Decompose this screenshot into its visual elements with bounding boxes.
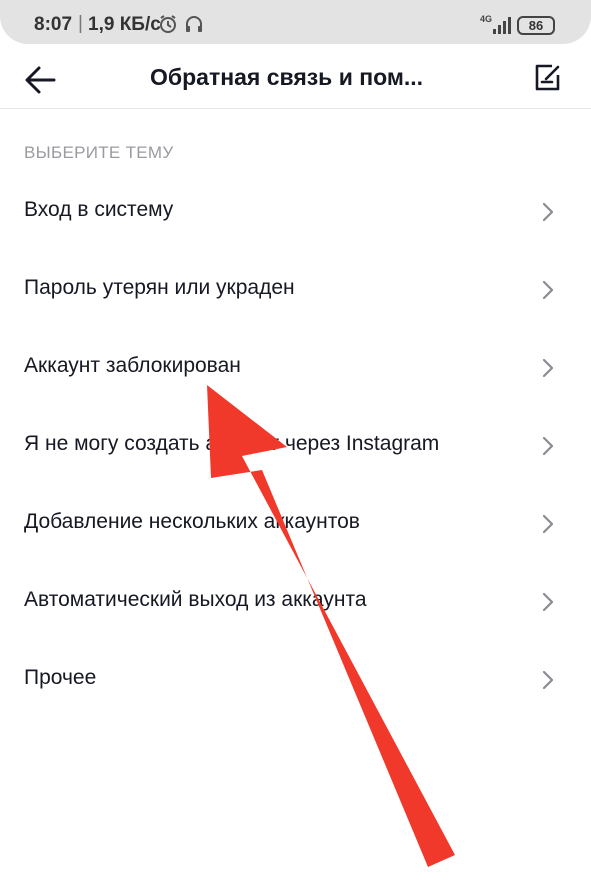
headset-icon (184, 14, 204, 39)
alarm-icon (158, 14, 178, 39)
edit-feedback-button[interactable] (532, 62, 564, 94)
topic-label: Вход в систему (24, 198, 174, 221)
topic-item[interactable]: Аккаунт заблокирован (0, 331, 591, 401)
edit-icon (535, 64, 560, 91)
status-bar: 8:07 | 1,9 КБ/с 4G 86 (0, 0, 591, 50)
topic-item[interactable]: Прочее (0, 643, 591, 713)
chevron-right-icon (542, 202, 554, 222)
page-title: Обратная связь и пом... (150, 64, 424, 90)
back-button[interactable] (22, 62, 58, 98)
topic-item[interactable]: Вход в систему (0, 175, 591, 245)
topic-item[interactable]: Добавление нескольких аккаунтов (0, 487, 591, 557)
signal-icon (492, 16, 512, 39)
chevron-right-icon (542, 280, 554, 300)
chevron-right-icon (542, 514, 554, 534)
chevron-right-icon (542, 436, 554, 456)
status-network-speed: 1,9 КБ/с (88, 14, 161, 35)
network-type: 4G (480, 14, 493, 24)
topic-item[interactable]: Пароль утерян или украден (0, 253, 591, 323)
section-label: ВЫБЕРИТЕ ТЕМУ (24, 143, 174, 162)
chevron-right-icon (542, 670, 554, 690)
chevron-right-icon (542, 358, 554, 378)
status-separator: | (78, 13, 83, 34)
chevron-right-icon (542, 592, 554, 612)
topic-label: Автоматический выход из аккаунта (24, 588, 367, 611)
topic-label: Добавление нескольких аккаунтов (24, 510, 360, 533)
battery-icon: 86 (517, 16, 555, 35)
topic-label: Я не могу создать аккаунт через Instagra… (24, 432, 440, 455)
topic-label: Прочее (24, 666, 97, 689)
app-header: Обратная связь и пом... (0, 50, 591, 109)
topic-label: Аккаунт заблокирован (24, 354, 241, 377)
topic-label: Пароль утерян или украден (24, 276, 295, 299)
arrow-left-icon (25, 66, 56, 94)
status-time: 8:07 (34, 14, 73, 35)
topic-item[interactable]: Я не могу создать аккаунт через Instagra… (0, 409, 591, 479)
topic-item[interactable]: Автоматический выход из аккаунта (0, 565, 591, 635)
